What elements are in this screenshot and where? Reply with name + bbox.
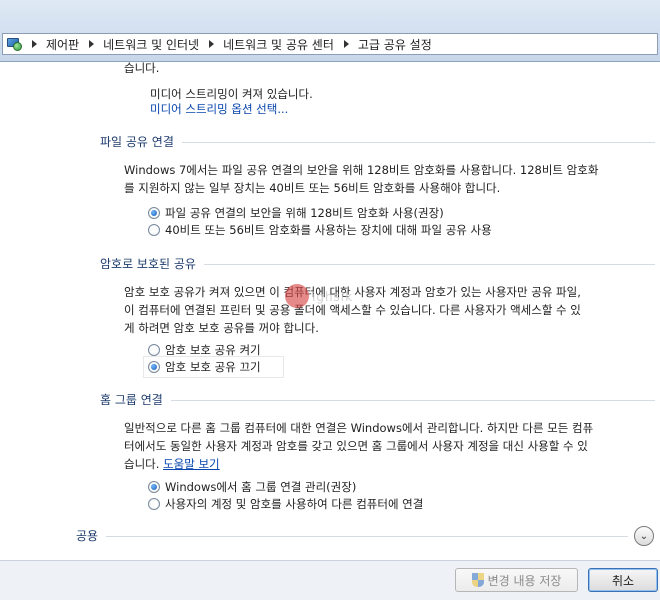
breadcrumb-item-advanced-sharing[interactable]: 고급 공유 설정	[358, 36, 432, 53]
radio-user-accounts[interactable]: 사용자의 계정 및 암호를 사용하여 다른 컴퓨터에 연결	[148, 496, 423, 512]
shield-icon	[471, 573, 484, 587]
section-divider	[76, 536, 628, 537]
radio-windows-manage-label: Windows에서 홈 그룹 연결 관리(권장)	[165, 480, 357, 494]
radio-128bit[interactable]: 파일 공유 연결의 보안을 위해 128비트 암호화 사용(권장)	[148, 205, 444, 221]
breadcrumb-item-control-panel[interactable]: 제어판	[46, 36, 79, 53]
help-link[interactable]: 도움말 보기	[163, 457, 220, 471]
radio-128bit-label: 파일 공유 연결의 보안을 위해 128비트 암호화 사용(권장)	[165, 206, 444, 220]
breadcrumb-item-network-sharing-center[interactable]: 네트워크 및 공유 센터	[223, 36, 334, 53]
address-bar: 제어판 네트워크 및 인터넷 네트워크 및 공유 센터 고급 공유 설정	[0, 0, 660, 62]
save-changes-button[interactable]: 변경 내용 저장	[455, 568, 578, 592]
radio-button[interactable]	[148, 344, 160, 356]
breadcrumb[interactable]: 제어판 네트워크 및 인터넷 네트워크 및 공유 센터 고급 공유 설정	[2, 33, 658, 55]
breadcrumb-item-network-internet[interactable]: 네트워크 및 인터넷	[103, 36, 199, 53]
footer-bar: 변경 내용 저장 취소	[0, 560, 660, 600]
radio-password-sharing-off[interactable]: 암호 보호 공유 끄기	[148, 359, 261, 375]
media-streaming-options-link[interactable]: 미디어 스트리밍 옵션 선택...	[150, 100, 288, 118]
homegroup-heading: 홈 그룹 연결	[100, 391, 171, 408]
chevron-down-icon[interactable]: ⌄	[634, 526, 654, 546]
media-cut-text: 습니다.	[124, 61, 160, 75]
cancel-label: 취소	[611, 573, 635, 588]
homegroup-description: 일반적으로 다른 홈 그룹 컴퓨터에 대한 연결은 Windows에서 관리합니…	[124, 421, 594, 471]
chevron-right-icon[interactable]	[343, 40, 349, 48]
chevron-right-icon[interactable]	[209, 40, 215, 48]
radio-40-56bit-label: 40비트 또는 56비트 암호화를 사용하는 장치에 대해 파일 공유 사용	[165, 223, 492, 237]
radio-button[interactable]	[148, 498, 160, 510]
watermark-logo	[285, 284, 309, 308]
radio-password-off-label: 암호 보호 공유 끄기	[165, 360, 261, 374]
password-sharing-heading: 암호로 보호된 공유	[100, 255, 204, 272]
radio-user-accounts-label: 사용자의 계정 및 암호를 사용하여 다른 컴퓨터에 연결	[165, 497, 424, 511]
save-changes-label: 변경 내용 저장	[487, 573, 562, 588]
section-divider	[100, 142, 655, 143]
cancel-button[interactable]: 취소	[588, 568, 658, 592]
chevron-right-icon[interactable]	[89, 40, 95, 48]
radio-windows-manage[interactable]: Windows에서 홈 그룹 연결 관리(권장)	[148, 479, 356, 495]
radio-password-on-label: 암호 보호 공유 켜기	[165, 343, 261, 357]
radio-button-checked[interactable]	[148, 207, 160, 219]
file-sharing-description: Windows 7에서는 파일 공유 연결의 보안을 위해 128비트 암호화를…	[124, 163, 599, 195]
network-icon	[6, 36, 24, 52]
settings-panel: 습니다. 미디어 스트리밍이 켜져 있습니다. 미디어 스트리밍 옵션 선택..…	[0, 61, 660, 560]
radio-button-checked[interactable]	[148, 481, 160, 493]
watermark-text: ighslk	[312, 290, 354, 304]
file-sharing-heading: 파일 공유 연결	[100, 133, 182, 150]
radio-password-sharing-on[interactable]: 암호 보호 공유 켜기	[148, 342, 261, 358]
section-divider	[100, 400, 655, 401]
chevron-right-icon[interactable]	[32, 40, 37, 48]
radio-button-checked[interactable]	[148, 361, 160, 373]
radio-button[interactable]	[148, 224, 160, 236]
radio-40-56bit[interactable]: 40비트 또는 56비트 암호화를 사용하는 장치에 대해 파일 공유 사용	[148, 222, 492, 238]
public-profile-heading[interactable]: 공용	[76, 527, 107, 544]
